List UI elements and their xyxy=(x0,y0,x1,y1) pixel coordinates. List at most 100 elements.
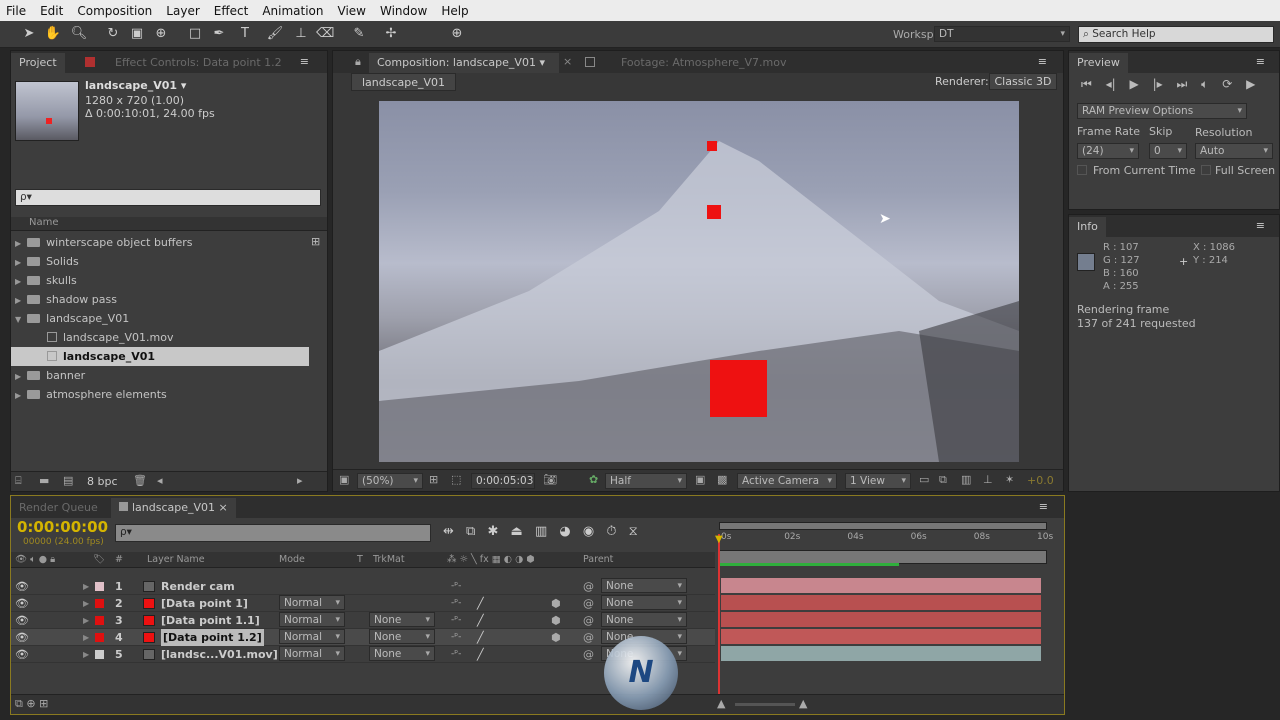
menu-animation[interactable]: Animation xyxy=(262,4,323,18)
pan-behind-tool-icon[interactable]: ⊕ xyxy=(152,26,170,42)
3d-layer-icon[interactable]: ⬢ xyxy=(551,595,561,612)
layer-duration-bar[interactable] xyxy=(721,595,1041,610)
parent-dropdown[interactable]: None xyxy=(601,612,687,627)
comp-name[interactable]: landscape_V01 ▾ xyxy=(85,79,186,92)
rectangle-tool-icon[interactable]: □ xyxy=(186,26,204,42)
region-of-interest-icon[interactable]: ▣ xyxy=(695,473,705,486)
layer-duration-bar[interactable] xyxy=(721,578,1041,593)
column-header-name[interactable]: Name xyxy=(11,217,327,231)
disclosure-triangle-icon[interactable]: ▶ xyxy=(15,258,21,267)
label-color-swatch[interactable] xyxy=(95,582,104,591)
header-mode[interactable]: Mode xyxy=(279,552,305,568)
workspace-dropdown[interactable]: DT xyxy=(934,26,1070,42)
brush-tool-icon[interactable]: 🖌︎ xyxy=(266,26,284,42)
blend-mode-dropdown[interactable]: Normal xyxy=(279,612,345,627)
new-comp-icon[interactable]: ▤ xyxy=(63,474,73,487)
disclosure-triangle-icon[interactable]: ▼ xyxy=(15,315,21,324)
panel-menu-icon[interactable]: ≡ xyxy=(300,55,309,68)
resolution-dropdown[interactable]: Half xyxy=(605,473,687,489)
timeline-icon[interactable]: ▥ xyxy=(961,473,971,486)
track-matte-dropdown[interactable]: None xyxy=(369,629,435,644)
scroll-right-icon[interactable]: ▸ xyxy=(297,474,303,487)
layer-duration-bar[interactable] xyxy=(721,646,1041,661)
quality-switch-icon[interactable]: ╱ xyxy=(477,629,484,646)
project-item[interactable]: landscape_V01.mov xyxy=(11,328,309,347)
live-update-icon[interactable]: ⧉ xyxy=(466,524,475,539)
menu-view[interactable]: View xyxy=(338,4,366,18)
audio-icon[interactable]: 🔈︎ xyxy=(1201,77,1208,91)
expand-triangle-icon[interactable]: ▶ xyxy=(83,629,89,646)
eraser-tool-icon[interactable]: ⌫ xyxy=(316,26,334,42)
roto-brush-tool-icon[interactable]: ✎ xyxy=(350,26,368,42)
text-tool-icon[interactable]: T xyxy=(236,26,254,42)
current-time-field[interactable]: 0:00:05:03 xyxy=(471,473,535,489)
full-screen-checkbox[interactable] xyxy=(1201,165,1211,175)
panel-menu-icon[interactable]: ≡ xyxy=(1039,500,1048,513)
panel-menu-icon[interactable]: ≡ xyxy=(1038,55,1047,68)
magnification-dropdown[interactable]: (50%) xyxy=(357,473,423,489)
switches-header-icons[interactable]: ⁂ ☼ ╲ fx ▦ ◐ ◑ ⬢ xyxy=(447,552,535,568)
tab-project[interactable]: Project xyxy=(11,53,65,73)
layer-duration-bar[interactable] xyxy=(721,629,1041,644)
header-layer-name[interactable]: Layer Name xyxy=(147,552,205,568)
tab-timeline-comp[interactable]: landscape_V01 × xyxy=(111,498,236,518)
visibility-eye-icon[interactable]: 👁︎ xyxy=(15,629,29,646)
track-matte-dropdown[interactable]: None xyxy=(369,646,435,661)
auto-keyframe-icon[interactable]: ⏱ xyxy=(606,524,616,539)
skip-dropdown[interactable]: 0 xyxy=(1149,143,1187,159)
toggle-switches-icon[interactable]: ⧉ ⊕ ⊞ xyxy=(15,697,48,711)
project-item[interactable]: ▶ winterscape object buffers xyxy=(11,233,309,252)
disclosure-triangle-icon[interactable]: ▶ xyxy=(15,372,21,381)
tab-footage[interactable]: Footage: Atmosphere_V7.mov xyxy=(613,53,794,73)
comp-viewer[interactable] xyxy=(379,101,1019,462)
project-item[interactable]: ▶ atmosphere elements xyxy=(11,385,309,404)
flowchart-icon[interactable]: ⊞ xyxy=(311,235,320,248)
expand-triangle-icon[interactable]: ▶ xyxy=(83,578,89,595)
from-current-time-checkbox[interactable] xyxy=(1077,165,1087,175)
parent-dropdown[interactable]: None xyxy=(601,595,687,610)
label-color-swatch[interactable] xyxy=(95,633,104,642)
project-item[interactable]: ▶ Solids xyxy=(11,252,309,271)
tab-render-queue[interactable]: Render Queue xyxy=(11,498,106,518)
expand-triangle-icon[interactable]: ▶ xyxy=(83,612,89,629)
blend-mode-dropdown[interactable]: Normal xyxy=(279,646,345,661)
channel-icon[interactable]: ✿ xyxy=(589,473,598,486)
exposure-value[interactable]: +0.0 xyxy=(1027,474,1054,487)
header-t[interactable]: T xyxy=(357,552,363,568)
shy-switch-icon[interactable]: -ᵖ- xyxy=(451,612,461,629)
3d-layer-icon[interactable]: ⬢ xyxy=(551,629,561,646)
graph-editor-icon[interactable]: ⧖ xyxy=(629,524,638,539)
work-area-bar[interactable] xyxy=(719,550,1047,566)
grid-guides-icon[interactable]: ⊞ xyxy=(429,473,438,486)
shy-switch-icon[interactable]: -ᵖ- xyxy=(451,595,461,612)
quality-switch-icon[interactable]: ╱ xyxy=(477,595,484,612)
data-point-marker-1[interactable] xyxy=(707,141,717,151)
label-color-swatch[interactable] xyxy=(95,616,104,625)
search-help-input[interactable]: ⌕ Search Help xyxy=(1078,26,1274,43)
data-point-marker-3[interactable] xyxy=(710,360,767,417)
blend-mode-dropdown[interactable]: Normal xyxy=(279,629,345,644)
visibility-eye-icon[interactable]: 👁︎ xyxy=(15,578,29,595)
shy-switch-icon[interactable]: -ᵖ- xyxy=(451,578,461,595)
visibility-eye-icon[interactable]: 👁︎ xyxy=(15,612,29,629)
resolution-dropdown[interactable]: Auto xyxy=(1195,143,1273,159)
label-color-swatch[interactable] xyxy=(95,650,104,659)
layer-row[interactable]: 👁︎ ▶ 1 Render cam -ᵖ- @ None xyxy=(11,578,715,595)
menu-edit[interactable]: Edit xyxy=(40,4,63,18)
first-frame-icon[interactable]: ⏮ xyxy=(1081,77,1092,91)
axis-mode-icon[interactable]: ⊕ xyxy=(448,26,466,42)
delete-icon[interactable]: 🗑︎ xyxy=(133,474,147,487)
layer-row[interactable]: 👁︎ ▶ 3 [Data point 1.1] Normal None -ᵖ- ╱ ⬢ @ None xyxy=(11,612,715,629)
snapshot-icon[interactable]: 📷︎ xyxy=(543,473,557,486)
layer-row[interactable]: 👁︎ ▶ 2 [Data point 1] Normal -ᵖ- ╱ ⬢ @ None xyxy=(11,595,715,612)
quality-switch-icon[interactable]: ╱ xyxy=(477,646,484,663)
fast-previews-icon[interactable]: ⧉ xyxy=(939,473,947,487)
comp-breadcrumb[interactable]: landscape_V01 xyxy=(351,73,457,91)
tab-effect-controls[interactable]: Effect Controls: Data point 1.2 xyxy=(107,53,290,73)
pickwhip-icon[interactable]: @ xyxy=(583,646,594,663)
pen-tool-icon[interactable]: ✒ xyxy=(210,26,228,42)
pickwhip-icon[interactable]: @ xyxy=(583,629,594,646)
timeline-search-input[interactable]: ρ▾ xyxy=(115,524,431,542)
pickwhip-icon[interactable]: @ xyxy=(583,612,594,629)
label-icon[interactable]: 🏷︎ xyxy=(93,552,105,568)
